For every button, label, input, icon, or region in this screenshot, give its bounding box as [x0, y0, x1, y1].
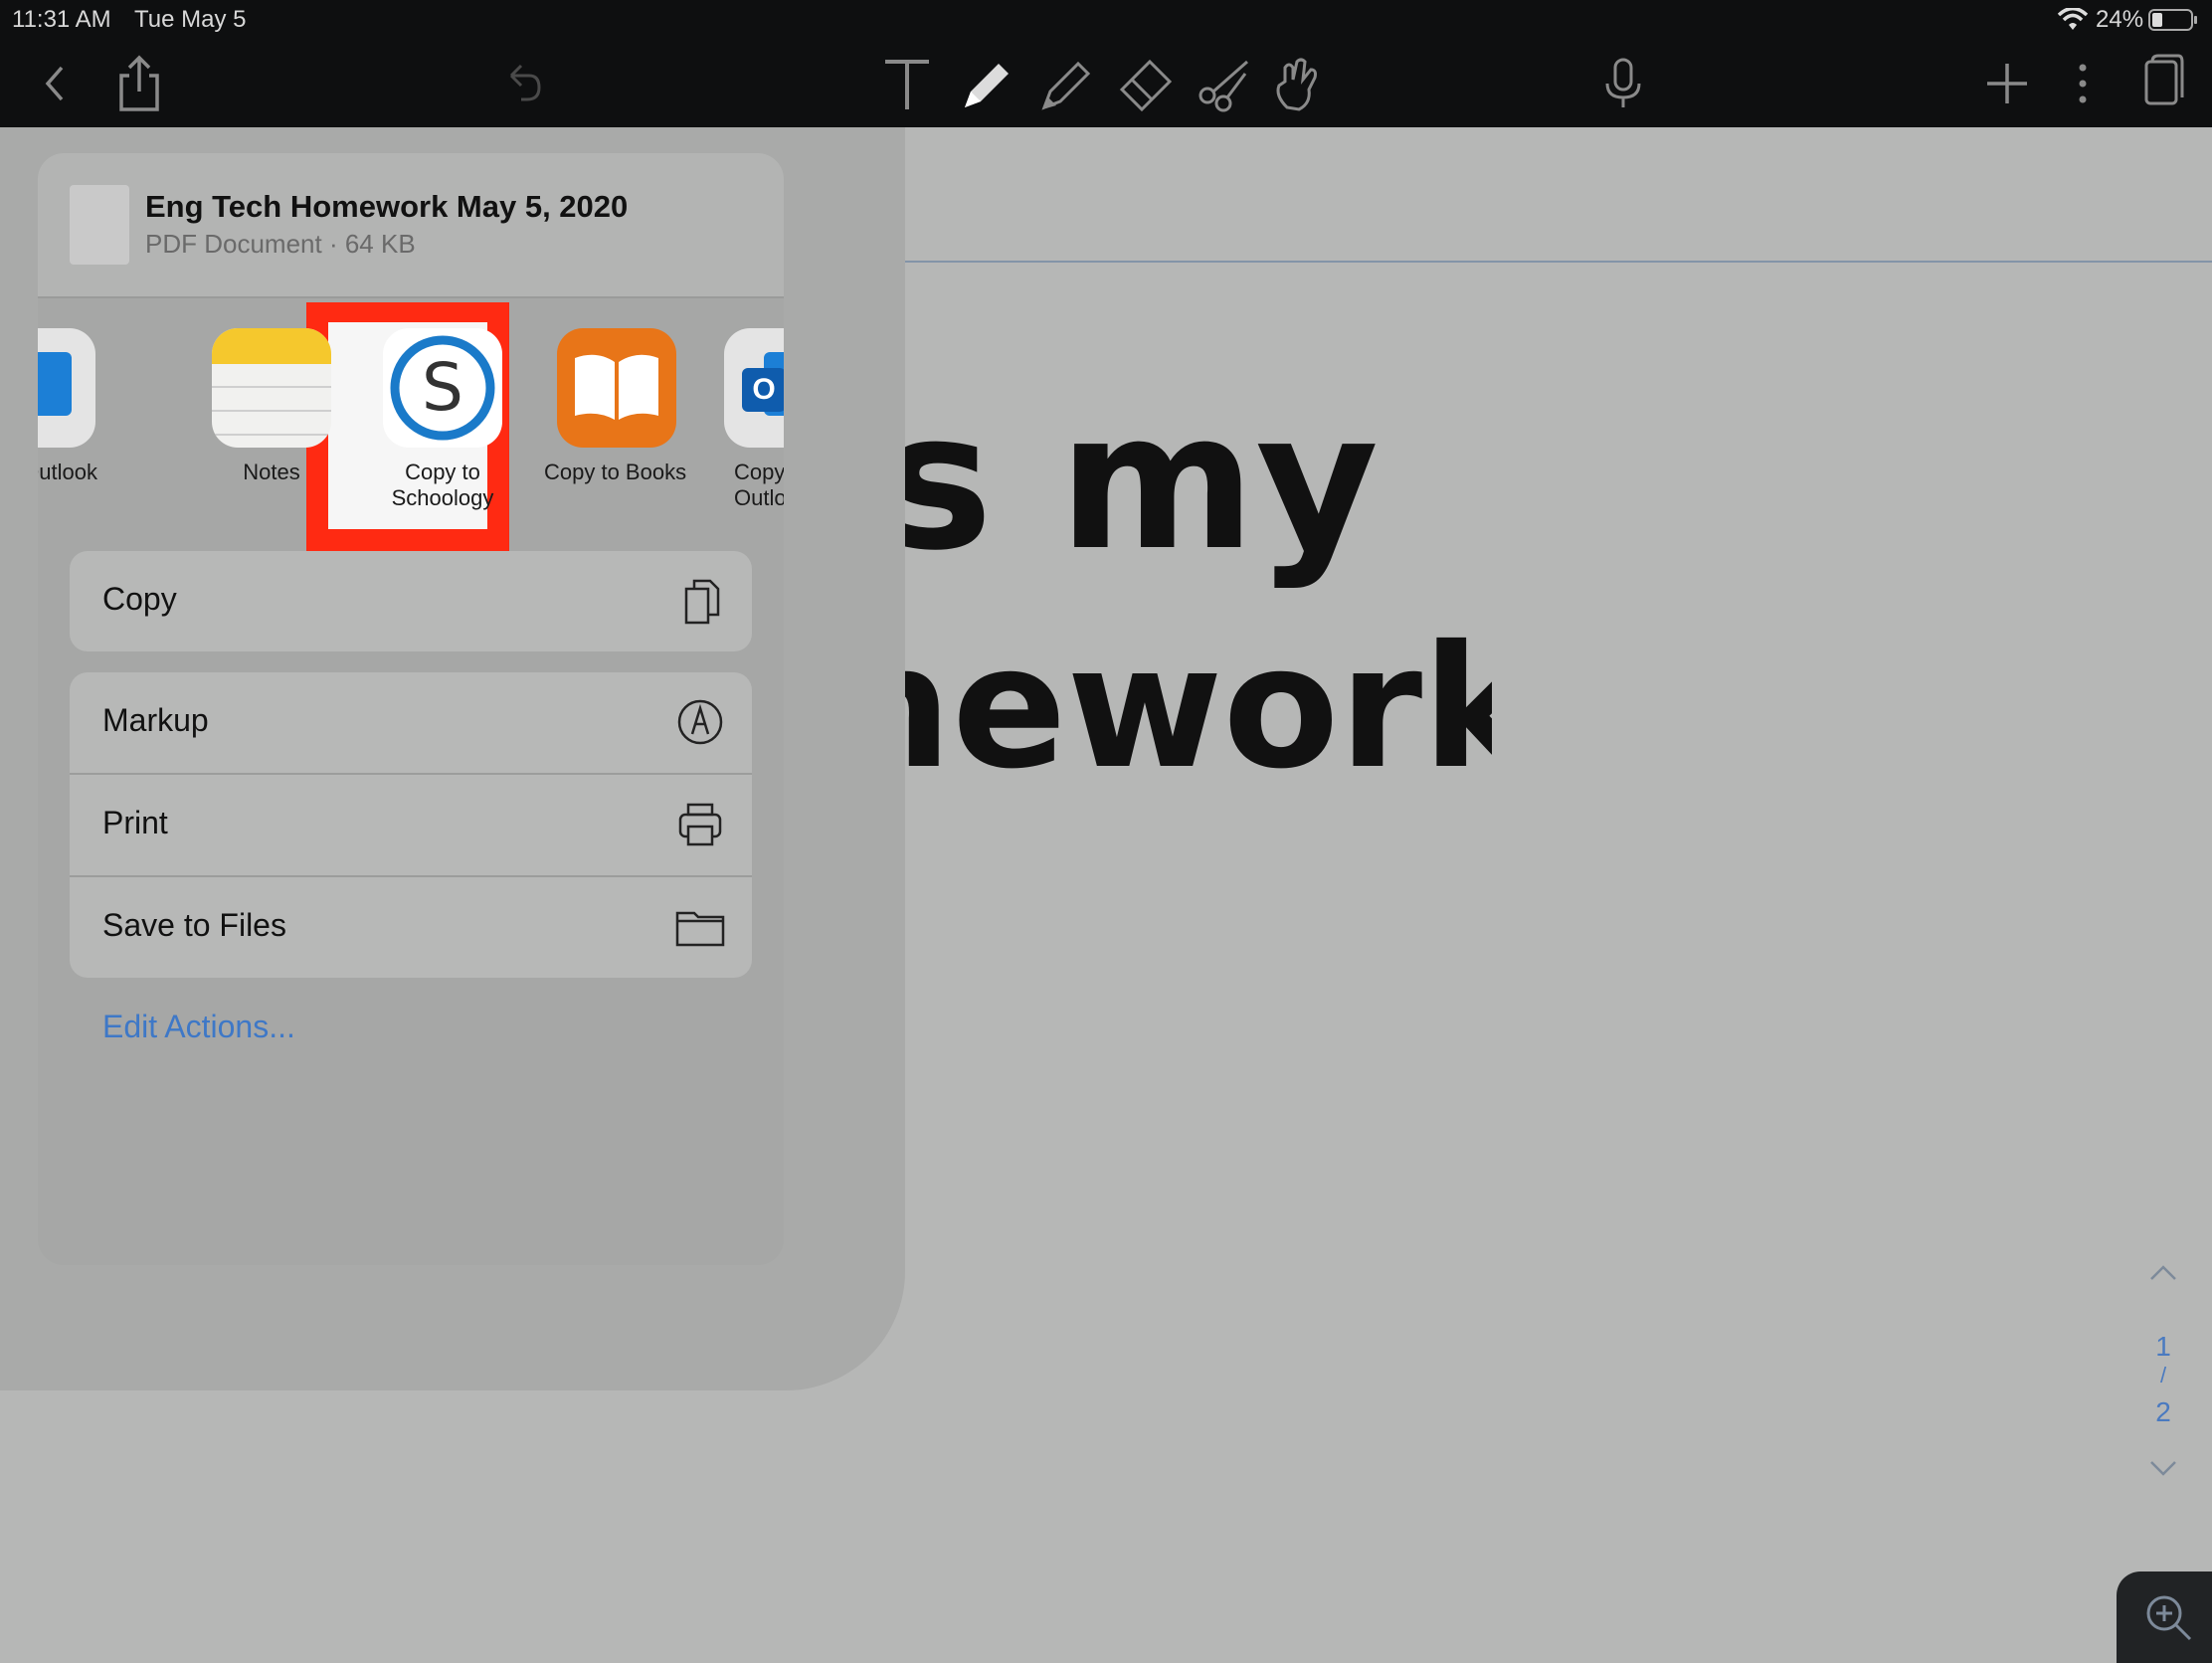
- toolbar: [0, 40, 2212, 127]
- action-label: Copy: [102, 581, 177, 617]
- app-schoology[interactable]: S Copy to Schoology: [373, 328, 512, 511]
- total-pages: 2: [2155, 1396, 2171, 1427]
- svg-text:S: S: [422, 349, 463, 426]
- chevron-down-icon[interactable]: [2148, 1458, 2178, 1478]
- app-notes[interactable]: Notes: [202, 328, 341, 485]
- pen-icon[interactable]: [951, 48, 1022, 119]
- hand-icon[interactable]: [1263, 48, 1335, 119]
- share-app-row: O Outlook Notes S Copy to Schoology: [38, 298, 784, 537]
- action-label: Print: [102, 805, 168, 840]
- action-label: Save to Files: [102, 907, 286, 943]
- battery-icon: [2148, 9, 2197, 31]
- markup-icon: [677, 699, 723, 745]
- share-icon[interactable]: [103, 48, 175, 119]
- highlighter-icon[interactable]: [1030, 48, 1102, 119]
- save-to-files-action[interactable]: Save to Files: [70, 875, 752, 978]
- app-label: Copy to Outlook: [734, 460, 784, 510]
- action-group-primary: Copy: [70, 551, 752, 651]
- text-icon[interactable]: [871, 48, 943, 119]
- markup-action[interactable]: Markup: [70, 672, 752, 773]
- pages-icon[interactable]: [2124, 48, 2196, 119]
- status-date: Tue May 5: [134, 6, 247, 33]
- scissors-icon[interactable]: [1190, 48, 1261, 119]
- schoology-icon: S: [383, 328, 502, 448]
- back-icon[interactable]: [18, 48, 90, 119]
- share-header: Eng Tech Homework May 5, 2020 PDF Docume…: [38, 153, 784, 296]
- action-label: Markup: [102, 702, 209, 738]
- notes-icon: [212, 328, 331, 448]
- more-icon[interactable]: [2047, 48, 2119, 119]
- page-separator: /: [2159, 1363, 2167, 1387]
- share-sheet: Eng Tech Homework May 5, 2020 PDF Docume…: [38, 153, 784, 1265]
- wifi-icon: [2057, 8, 2089, 30]
- outlook-icon: O: [724, 328, 784, 448]
- app-label: Notes: [243, 460, 300, 484]
- add-icon[interactable]: [1971, 48, 2043, 119]
- app-label: Copy to Schoology: [391, 460, 494, 510]
- edit-actions-link[interactable]: Edit Actions...: [102, 1009, 295, 1045]
- status-bar: 11:31 AM Tue May 5 24%: [0, 0, 2212, 40]
- zoom-in-icon: [2146, 1595, 2192, 1641]
- app-copy-to-outlook[interactable]: O Copy to Outlook: [714, 328, 784, 511]
- microphone-icon[interactable]: [1587, 48, 1659, 119]
- document-thumbnail: [70, 185, 129, 265]
- action-group-secondary: Markup Print Save to Files: [70, 672, 752, 978]
- battery-percent: 24%: [2096, 6, 2144, 33]
- print-action[interactable]: Print: [70, 773, 752, 875]
- copy-action[interactable]: Copy: [70, 551, 752, 651]
- app-label: Outlook: [38, 460, 97, 484]
- current-page: 1: [2155, 1331, 2171, 1362]
- zoom-button[interactable]: [2117, 1571, 2212, 1663]
- printer-icon: [678, 803, 722, 846]
- app-outlook[interactable]: O Outlook: [38, 328, 105, 485]
- chevron-up-icon[interactable]: [2148, 1263, 2178, 1283]
- outlook-icon: O: [38, 328, 95, 448]
- status-time: 11:31 AM: [12, 6, 111, 33]
- app-label: Copy to Books: [544, 460, 687, 484]
- copy-icon: [684, 579, 720, 625]
- app-books[interactable]: Copy to Books: [544, 328, 689, 485]
- document-subtitle: PDF Document · 64 KB: [145, 229, 416, 259]
- page-indicator: 1 / 2: [2138, 1263, 2188, 1502]
- document-title: Eng Tech Homework May 5, 2020: [145, 189, 629, 224]
- undo-icon[interactable]: [487, 48, 559, 119]
- books-icon: [557, 328, 676, 448]
- eraser-icon[interactable]: [1110, 48, 1182, 119]
- folder-icon: [675, 911, 725, 947]
